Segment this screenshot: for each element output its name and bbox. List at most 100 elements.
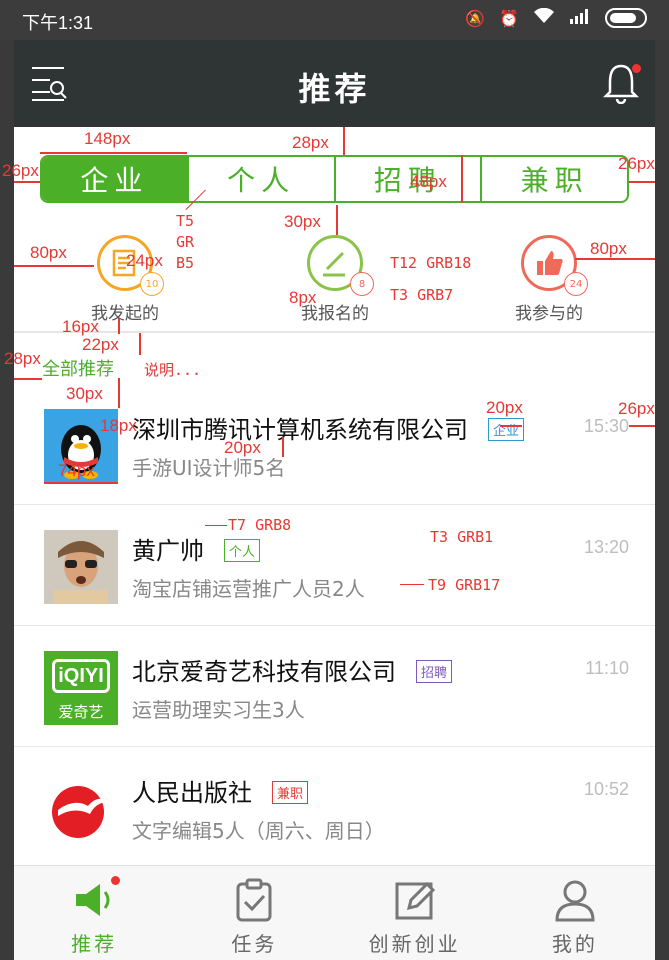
quick-label: 我参与的 bbox=[515, 304, 583, 324]
item-desc: 文字编辑5人（周六、周日） bbox=[132, 819, 385, 843]
megaphone-icon bbox=[72, 876, 121, 922]
annotation-line bbox=[336, 205, 338, 235]
battery-icon bbox=[605, 8, 647, 28]
quick-entry-enrolled[interactable]: 8 我报名的 bbox=[265, 235, 405, 324]
annotation-line bbox=[461, 155, 463, 203]
item-time: 11:10 bbox=[585, 658, 629, 678]
annotation-label: 26px bbox=[618, 399, 655, 418]
quick-badge: 10 bbox=[140, 272, 164, 296]
annotation-line bbox=[14, 378, 42, 380]
annotation-line bbox=[118, 318, 120, 334]
clipboard-check-icon bbox=[232, 878, 276, 922]
annotation-label: 26px bbox=[2, 161, 39, 180]
section-title: 全部推荐 bbox=[42, 359, 114, 380]
item-name-text: 北京爱奇艺科技有限公司 bbox=[132, 658, 396, 686]
item-time: 13:20 bbox=[583, 537, 629, 557]
annotation-label: 48px bbox=[410, 172, 447, 191]
annotation-label: T12 GRB18 bbox=[390, 254, 472, 272]
annotation-label: 20px bbox=[224, 438, 261, 457]
status-icons: 🔕 ⏰ bbox=[465, 7, 647, 28]
item-name: 黄广帅 个人 bbox=[132, 531, 261, 566]
page-title: 推荐 bbox=[298, 70, 371, 108]
item-desc: 淘宝店铺运营推广人员2人 bbox=[132, 577, 365, 601]
annotation-label: 30px bbox=[66, 384, 103, 403]
tab-innovation[interactable]: 创新创业 bbox=[335, 866, 495, 960]
annotation-label: 22px bbox=[82, 335, 119, 354]
item-desc: 运营助理实习生3人 bbox=[132, 698, 305, 722]
item-tag: 个人 bbox=[224, 538, 261, 562]
tab-enterprise[interactable]: 企业 bbox=[42, 157, 187, 201]
people-press-logo bbox=[44, 772, 118, 846]
annotation-label: 20px bbox=[486, 398, 523, 417]
bottom-tabbar: 推荐 任务 创新创业 我的 bbox=[14, 865, 655, 960]
tab-dot bbox=[111, 876, 121, 885]
wifi-icon bbox=[533, 7, 555, 28]
recommendation-list: 深圳市腾讯计算机系统有限公司 企业 手游UI设计师5名 15:30 黄广帅 个人 淘 bbox=[14, 384, 655, 865]
segmented-tabs: 企业 个人 招聘 兼职 bbox=[40, 155, 629, 203]
quick-entries: 10 我发起的 8 我报名的 24 我参与的 bbox=[14, 235, 655, 331]
annotation-label: 148px bbox=[84, 129, 131, 148]
item-name: 人民出版社 兼职 bbox=[132, 773, 309, 808]
tab-label: 我的 bbox=[551, 932, 598, 956]
annotation-label: 24px bbox=[126, 251, 163, 270]
quick-badge: 24 bbox=[564, 272, 588, 296]
item-time: 10:52 bbox=[583, 779, 629, 799]
list-item[interactable]: 深圳市腾讯计算机系统有限公司 企业 手游UI设计师5名 15:30 bbox=[14, 384, 655, 505]
annotation-label: T7 GRB8 bbox=[228, 516, 292, 534]
annotation-label: 16px bbox=[62, 317, 99, 336]
annotation-line bbox=[629, 425, 655, 427]
item-tag: 兼职 bbox=[272, 780, 309, 804]
annotation-label: T3 GRB7 bbox=[390, 286, 454, 304]
item-name-text: 深圳市腾讯计算机系统有限公司 bbox=[132, 416, 468, 444]
list-item[interactable]: 黄广帅 个人 淘宝店铺运营推广人员2人 13:20 bbox=[14, 505, 655, 626]
list-item[interactable]: 人民出版社 兼职 文字编辑5人（周六、周日） 10:52 bbox=[14, 747, 655, 865]
tab-recruitment[interactable]: 招聘 bbox=[333, 157, 481, 201]
annotation-label: 说明... bbox=[144, 361, 202, 379]
notification-button[interactable] bbox=[602, 62, 641, 105]
quick-entry-initiated[interactable]: 10 我发起的 bbox=[55, 235, 195, 324]
annotation-line bbox=[139, 333, 141, 355]
iqiyi-logo-box: iQIYI bbox=[52, 659, 110, 693]
annotation-line bbox=[44, 482, 118, 484]
annotation-line bbox=[205, 525, 227, 527]
tab-tasks[interactable]: 任务 bbox=[174, 866, 334, 960]
tab-me[interactable]: 我的 bbox=[495, 866, 655, 960]
content-area: 企业 个人 招聘 兼职 10 我发起的 8 我报名的 24 我参与的 全部推荐 … bbox=[14, 127, 655, 865]
list-item[interactable]: iQIYI 爱奇艺 北京爱奇艺科技有限公司 招聘 运营助理实习生3人 11:10 bbox=[14, 626, 655, 747]
annotation-label: GR bbox=[176, 233, 195, 251]
tab-label: 推荐 bbox=[71, 932, 118, 956]
status-time: 下午1:31 bbox=[22, 13, 94, 33]
annotation-label: 26px bbox=[618, 154, 655, 173]
annotation-line bbox=[118, 378, 120, 408]
iqiyi-logo: iQIYI 爱奇艺 bbox=[44, 651, 118, 725]
item-name: 深圳市腾讯计算机系统有限公司 企业 bbox=[132, 410, 525, 445]
annotation-line bbox=[14, 181, 40, 183]
tab-individual[interactable]: 个人 bbox=[186, 157, 334, 201]
item-tag: 企业 bbox=[488, 417, 525, 441]
edit-icon: 8 bbox=[307, 235, 374, 296]
annotation-label: 18px bbox=[100, 416, 137, 435]
annotation-label: 80px bbox=[590, 239, 627, 258]
item-name-text: 人民出版社 bbox=[132, 779, 252, 807]
notification-dot bbox=[632, 64, 641, 73]
quick-badge: 8 bbox=[350, 272, 374, 296]
pencil-note-icon bbox=[393, 878, 437, 922]
annotation-label: 30px bbox=[284, 212, 321, 231]
item-name: 北京爱奇艺科技有限公司 招聘 bbox=[132, 652, 453, 687]
annotation-label: T5 bbox=[176, 212, 195, 230]
tab-label: 创新创业 bbox=[368, 932, 461, 956]
signal-icon bbox=[569, 8, 591, 28]
annotation-line bbox=[14, 265, 94, 267]
annotation-line bbox=[343, 127, 345, 155]
item-time: 15:30 bbox=[583, 416, 629, 436]
annotation-label: 80px bbox=[30, 243, 67, 262]
alarm-icon: ⏰ bbox=[499, 8, 519, 28]
tab-label: 任务 bbox=[231, 932, 278, 956]
annotation-line bbox=[629, 181, 655, 183]
annotation-label: 28px bbox=[4, 349, 41, 368]
annotation-line bbox=[500, 425, 522, 427]
annotation-label: 8px bbox=[289, 288, 317, 307]
tab-part-time[interactable]: 兼职 bbox=[480, 157, 627, 201]
tab-recommend[interactable]: 推荐 bbox=[14, 866, 174, 960]
user-icon bbox=[553, 878, 597, 922]
